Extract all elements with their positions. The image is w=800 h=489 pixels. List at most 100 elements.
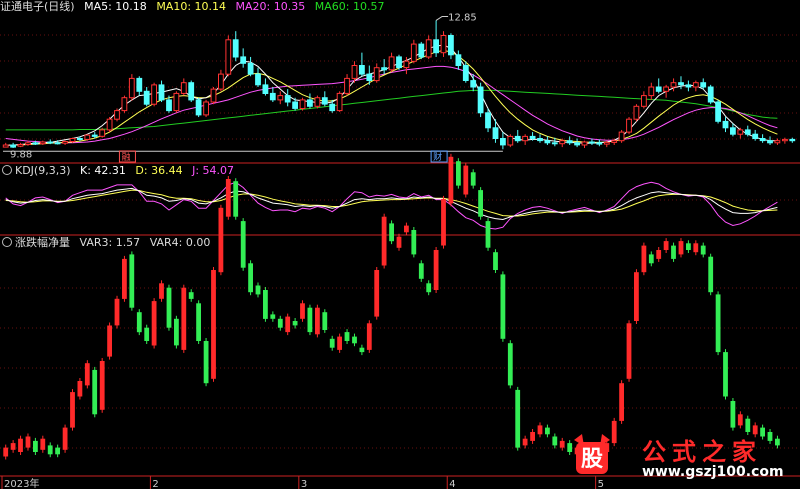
- indicator-bar: [723, 352, 728, 397]
- kdj-k-line: [5, 187, 778, 221]
- candle-body: [678, 82, 684, 86]
- indicator-bar: [463, 165, 469, 195]
- candle-body: [507, 135, 514, 146]
- candle-body: [10, 144, 16, 148]
- candle-body: [692, 82, 699, 88]
- candle-body: [373, 67, 380, 82]
- candle-body: [128, 77, 135, 99]
- indicator-bar: [641, 245, 647, 273]
- candle-body: [2, 144, 9, 148]
- candle-body: [381, 67, 388, 71]
- indicator-bar: [663, 241, 669, 250]
- collapse-circle-icon[interactable]: [2, 237, 12, 247]
- x-axis-label: 4: [449, 479, 455, 489]
- indicator-bar: [671, 245, 676, 259]
- indicator-bar: [426, 283, 432, 293]
- candle-body: [307, 99, 313, 107]
- indicator-bar: [55, 447, 60, 455]
- candle-body: [559, 140, 566, 145]
- candle-body: [299, 99, 306, 110]
- indicator-bar: [47, 445, 53, 455]
- candle-body: [188, 82, 195, 101]
- candle-body: [99, 129, 106, 137]
- indicator-bar: [203, 341, 209, 384]
- candle-body: [344, 77, 350, 94]
- indicator-bar: [285, 316, 291, 333]
- candle-body: [321, 97, 328, 105]
- candle-body: [603, 141, 610, 145]
- candle-body: [39, 141, 46, 145]
- var3-label: VAR3: 1.57: [79, 236, 141, 249]
- candle-body: [77, 138, 83, 140]
- indicator-bar: [337, 336, 342, 350]
- candle-body: [121, 97, 128, 112]
- watermark-site-name: 公式之家: [642, 438, 762, 466]
- indicator-bar: [418, 263, 424, 279]
- low-marker-label: 9.88: [10, 149, 32, 160]
- indicator-bar: [40, 438, 46, 450]
- indicator-bar: [18, 438, 23, 452]
- high-marker-line: [435, 15, 449, 21]
- indicator-bar: [634, 272, 639, 321]
- candle-body: [544, 140, 551, 144]
- indicator-bar: [196, 303, 201, 341]
- high-marker-label: 12.85: [448, 12, 477, 23]
- indicator-bar: [225, 179, 231, 217]
- indicator-bar: [366, 323, 372, 350]
- candle-body: [767, 140, 773, 144]
- indicator-bar: [359, 347, 365, 353]
- candle-body: [396, 56, 402, 69]
- indicator-bar: [507, 343, 513, 386]
- candle-body: [284, 95, 291, 103]
- candle-body: [566, 140, 573, 144]
- indicator-bar: [396, 236, 402, 248]
- candle-body: [574, 142, 581, 146]
- indicator-bar: [84, 363, 90, 386]
- candle-body: [166, 99, 172, 112]
- indicator-bar: [715, 294, 721, 353]
- indicator-bar: [485, 221, 491, 248]
- candle-body: [25, 142, 31, 146]
- candle-body: [537, 138, 543, 142]
- indicator-bar: [352, 336, 357, 344]
- candle-body: [158, 84, 165, 101]
- candle-body: [269, 92, 276, 101]
- candle-body: [232, 39, 239, 58]
- candle-body: [173, 92, 180, 112]
- indicator-bar: [129, 254, 135, 308]
- ma5-label: MA5: 10.18: [84, 0, 147, 13]
- indicator-bar: [693, 243, 699, 253]
- candle-body: [440, 35, 447, 54]
- indicator-bar: [307, 307, 313, 333]
- indicator-bar: [107, 325, 112, 357]
- indicator-bar: [315, 307, 320, 335]
- indicator-bar: [478, 190, 483, 217]
- indicator-bar: [656, 250, 662, 259]
- indicator-bar: [151, 301, 157, 346]
- candle-body: [314, 97, 321, 107]
- candle-body: [62, 141, 69, 144]
- indicator-bar: [678, 241, 684, 255]
- candle-body: [722, 120, 729, 129]
- indicator-bar: [737, 414, 743, 426]
- indicator-bar: [552, 436, 558, 446]
- candle-body: [752, 133, 759, 139]
- candle-body: [737, 129, 744, 135]
- candle-body: [54, 142, 61, 145]
- indicator-panel-header: 涨跌幅净量 VAR3: 1.57 VAR4: 0.00: [0, 236, 216, 250]
- indicator-bar: [626, 323, 632, 379]
- candle-body: [633, 105, 640, 120]
- collapse-circle-icon[interactable]: [2, 165, 12, 175]
- ma20-label: MA20: 10.35: [235, 0, 306, 13]
- candle-body: [247, 62, 254, 75]
- watermark-badge-text: 股: [581, 447, 603, 472]
- indicator-bar: [270, 314, 276, 319]
- indicator-bar: [77, 381, 83, 397]
- candle-body: [685, 84, 692, 88]
- indicator-bar: [144, 327, 150, 341]
- indicator-bar: [404, 225, 409, 233]
- candle-body: [366, 73, 373, 81]
- indicator-bar: [708, 256, 714, 293]
- indicator-bar: [99, 361, 105, 410]
- indicator-bar: [248, 263, 253, 293]
